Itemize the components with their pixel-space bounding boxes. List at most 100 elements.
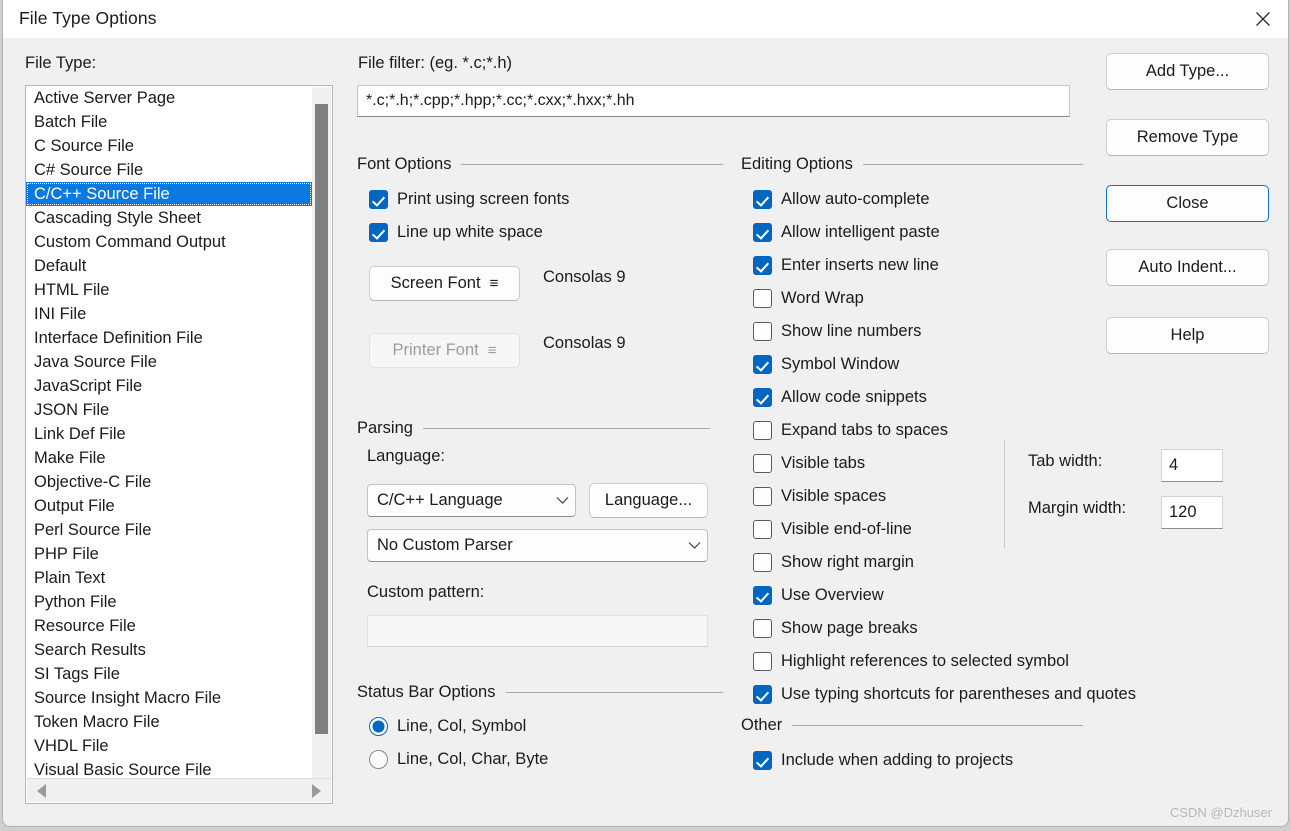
file-type-list[interactable]: Active Server Page Batch File C Source Fil… [25,85,333,804]
list-item[interactable]: Token Macro File [26,710,312,734]
list-item[interactable]: INI File [26,302,312,326]
radio-icon[interactable] [369,717,388,736]
checkbox-show-page-breaks[interactable]: Show page breaks [753,619,918,638]
list-item[interactable]: Perl Source File [26,518,312,542]
checkbox-icon[interactable] [753,355,772,374]
scroll-left-arrow-icon[interactable] [37,784,46,798]
checkbox-word-wrap[interactable]: Word Wrap [753,289,864,308]
checkbox-icon[interactable] [753,322,772,341]
checkbox-label: Show right margin [781,553,914,571]
list-item[interactable]: Custom Command Output [26,230,312,254]
checkbox-icon[interactable] [369,190,388,209]
radio-line-col-symbol[interactable]: Line, Col, Symbol [369,717,526,736]
list-item[interactable]: C# Source File [26,158,312,182]
list-item[interactable]: PHP File [26,542,312,566]
checkbox-icon[interactable] [753,553,772,572]
checkbox-icon[interactable] [753,256,772,275]
list-item[interactable]: JSON File [26,398,312,422]
list-item[interactable]: SI Tags File [26,662,312,686]
checkbox-symbol-window[interactable]: Symbol Window [753,355,899,374]
scrollbar-thumb[interactable] [315,104,328,734]
checkbox-icon[interactable] [753,586,772,605]
scroll-right-arrow-icon[interactable] [312,784,321,798]
custom-pattern-input[interactable] [367,615,708,647]
file-type-list-items[interactable]: Active Server Page Batch File C Source Fil… [26,86,312,779]
list-item[interactable]: VHDL File [26,734,312,758]
language-select[interactable]: C/C++ Language [367,484,576,517]
tab-width-input[interactable] [1161,449,1223,482]
add-type-button[interactable]: Add Type... [1106,53,1269,90]
checkbox-visible-tabs[interactable]: Visible tabs [753,454,865,473]
checkbox-allow-intelligent-paste[interactable]: Allow intelligent paste [753,223,940,242]
list-item[interactable]: C/C++ Source File [26,182,312,206]
list-item[interactable]: HTML File [26,278,312,302]
checkbox-icon[interactable] [753,619,772,638]
checkbox-icon[interactable] [753,751,772,770]
help-button[interactable]: Help [1106,317,1269,354]
checkbox-show-line-numbers[interactable]: Show line numbers [753,322,921,341]
checkbox-icon[interactable] [753,421,772,440]
checkbox-icon[interactable] [753,454,772,473]
checkbox-label: Use typing shortcuts for parentheses and… [781,685,1136,703]
checkbox-use-overview[interactable]: Use Overview [753,586,884,605]
checkbox-allow-auto-complete[interactable]: Allow auto-complete [753,190,930,209]
file-type-list-horizontal-scrollbar[interactable] [27,778,331,802]
file-filter-input[interactable] [357,85,1070,117]
checkbox-allow-code-snippets[interactable]: Allow code snippets [753,388,927,407]
checkbox-enter-inserts-new-line[interactable]: Enter inserts new line [753,256,939,275]
checkbox-icon[interactable] [753,223,772,242]
checkbox-icon[interactable] [753,289,772,308]
list-item[interactable]: Output File [26,494,312,518]
list-item[interactable]: Link Def File [26,422,312,446]
chevron-down-icon[interactable] [549,496,575,505]
checkbox-use-typing-shortcuts-for-parentheses-and-quotes[interactable]: Use typing shortcuts for parentheses and… [753,685,1136,704]
close-button[interactable]: Close [1106,185,1269,222]
radio-icon[interactable] [369,750,388,769]
list-item[interactable]: Source Insight Macro File [26,686,312,710]
auto-indent-button-label: Auto Indent... [1138,258,1237,276]
margin-width-input[interactable] [1161,496,1223,529]
checkbox-icon[interactable] [369,223,388,242]
checkbox-include-when-adding-to-projects[interactable]: Include when adding to projects [753,751,1013,770]
checkbox-visible-end-of-line[interactable]: Visible end-of-line [753,520,912,539]
list-item[interactable]: Java Source File [26,350,312,374]
list-item[interactable]: Active Server Page [26,86,312,110]
checkbox-line-up-white-space[interactable]: Line up white space [369,223,543,242]
list-item[interactable]: Resource File [26,614,312,638]
checkbox-icon[interactable] [753,388,772,407]
printer-font-button[interactable]: Printer Font ≡ [369,333,520,368]
file-type-list-vertical-scrollbar[interactable] [312,87,331,778]
printer-font-value: Consolas 9 [543,334,626,352]
close-icon[interactable] [1238,0,1288,38]
checkbox-icon[interactable] [753,190,772,209]
list-item[interactable]: Plain Text [26,566,312,590]
list-item[interactable]: Interface Definition File [26,326,312,350]
list-item[interactable]: Objective-C File [26,470,312,494]
list-item[interactable]: JavaScript File [26,374,312,398]
radio-line-col-char-byte[interactable]: Line, Col, Char, Byte [369,750,548,769]
custom-parser-select[interactable]: No Custom Parser [367,529,708,562]
checkbox-show-right-margin[interactable]: Show right margin [753,553,914,572]
remove-type-button[interactable]: Remove Type [1106,119,1269,156]
checkbox-icon[interactable] [753,652,772,671]
checkbox-icon[interactable] [753,685,772,704]
checkbox-icon[interactable] [753,520,772,539]
checkbox-expand-tabs-to-spaces[interactable]: Expand tabs to spaces [753,421,948,440]
list-item[interactable]: C Source File [26,134,312,158]
checkbox-visible-spaces[interactable]: Visible spaces [753,487,886,506]
chevron-down-icon[interactable] [681,541,707,550]
list-item[interactable]: Cascading Style Sheet [26,206,312,230]
list-item[interactable]: Make File [26,446,312,470]
screen-font-button[interactable]: Screen Font ≡ [369,266,520,301]
checkbox-print-using-screen-fonts[interactable]: Print using screen fonts [369,190,569,209]
checkbox-highlight-references-to-selected-symbol[interactable]: Highlight references to selected symbol [753,652,1069,671]
language-settings-button[interactable]: Language... [589,483,708,518]
list-item[interactable]: Default [26,254,312,278]
checkbox-icon[interactable] [753,487,772,506]
list-item[interactable]: Python File [26,590,312,614]
list-item[interactable]: Search Results [26,638,312,662]
list-item[interactable]: Visual Basic Source File [26,758,312,779]
hamburger-menu-icon: ≡ [489,275,499,292]
list-item[interactable]: Batch File [26,110,312,134]
auto-indent-button[interactable]: Auto Indent... [1106,249,1269,286]
